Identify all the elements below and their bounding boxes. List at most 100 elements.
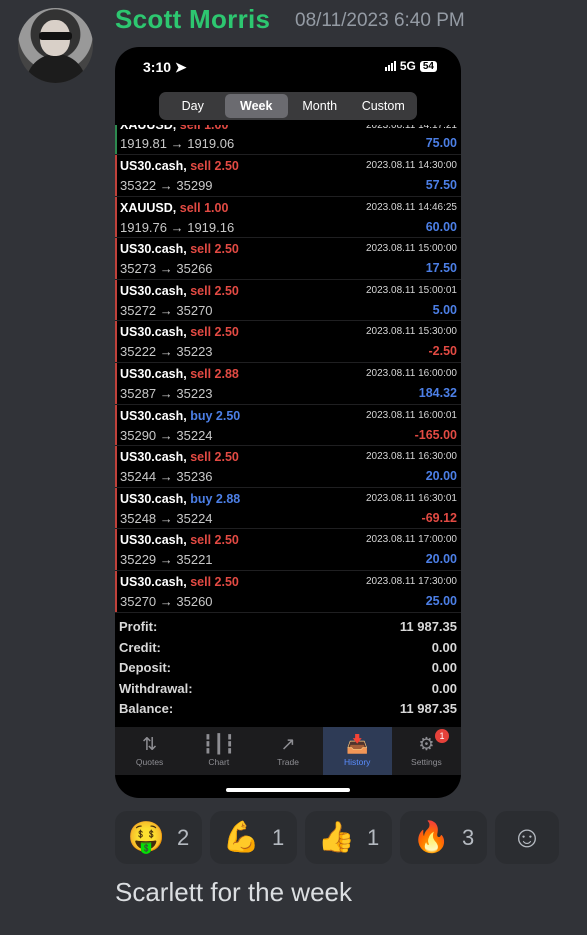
trade-profit: 5.00 [432,302,457,317]
notification-badge: 1 [435,729,450,743]
trade-symbol: XAUUSD, [120,200,177,215]
trade-row[interactable]: XAUUSD, sell 1.00 1919.81 → 1919.06 2023.0… [115,125,461,155]
trade-side: sell 2.88 [187,367,239,381]
tab-settings[interactable]: ⚙ Settings 1 [392,727,461,775]
trade-volume: 1.00 [204,200,229,215]
summary-value: 0.00 [431,660,457,676]
trade-row-marker [115,570,117,612]
trade-title: XAUUSD, sell 1.00 [120,201,228,215]
trade-prices: 35244 → 35236 [120,469,213,485]
gear-icon: ⚙ [418,734,435,754]
trade-symbol: US30.cash, [120,366,187,381]
trade-title: XAUUSD, sell 1.00 [120,125,228,132]
trade-side: sell 2.50 [187,575,239,589]
tab-label: Chart [208,757,230,767]
trade-symbol: US30.cash, [120,491,187,506]
trade-profit: 75.00 [425,136,457,150]
trade-row[interactable]: US30.cash, buy 2.50 35290 → 35224 2023.08.… [115,404,461,447]
trade-row[interactable]: US30.cash, buy 2.88 35248 → 35224 2023.08.… [115,487,461,530]
trade-row-marker [115,279,117,321]
trade-volume: 2.50 [214,450,239,465]
trade-row-marker [115,404,117,446]
tab-chart[interactable]: ┇┃┇ Chart [184,727,253,775]
trade-title: US30.cash, buy 2.50 [120,409,240,423]
trade-datetime: 2023.08.11 15:30:00 [365,326,457,338]
home-indicator[interactable] [226,788,350,792]
reaction-button[interactable]: 💪 1 [210,811,297,864]
trade-title: US30.cash, sell 2.50 [120,284,239,298]
tab-history[interactable]: 📥 History [322,727,392,775]
trade-title: US30.cash, sell 2.88 [120,367,239,381]
segment-custom[interactable]: Custom [352,94,416,118]
summary-value: 0.00 [431,639,457,655]
trade-profit: -2.50 [428,344,458,359]
trade-profit: 60.00 [425,219,457,234]
add-reaction-icon[interactable]: ☺ [495,811,559,864]
summary-value: 0.00 [431,680,457,696]
tab-quotes[interactable]: ⇅ Quotes [115,727,184,775]
reaction-count: 2 [177,824,190,850]
tab-trade[interactable]: ↗ Trade [253,727,322,775]
trade-prices: 35248 → 35224 [120,510,213,526]
trade-datetime: 2023.08.11 15:00:00 [365,243,457,255]
money-mouth-face-emoji: 🤑 [127,820,166,854]
trade-row[interactable]: US30.cash, sell 2.50 35244 → 35236 2023.08… [115,446,461,488]
period-segmented-control[interactable]: Day Week Month Custom [159,92,417,120]
trade-datetime: 2023.08.11 14:46:25 [365,201,457,213]
inbox-tray-icon: 📥 [346,734,369,754]
trade-row-marker [115,155,117,196]
thumbs-up-emoji: 👍 [317,820,356,854]
status-time: 3:10 ➤ [143,59,187,75]
username[interactable]: Scott Morris [115,4,270,35]
trade-side: sell 2.50 [187,325,239,339]
trade-side-label: sell [190,450,212,465]
summary-row-credit: Credit: 0.00 [115,640,461,661]
avatar[interactable] [18,8,93,83]
reaction-count: 1 [272,824,285,850]
bottom-tab-bar[interactable]: ⇅ Quotes ┇┃┇ Chart ↗ Trade 📥 History ⚙ Settings 1 [115,727,461,775]
segment-month[interactable]: Month [288,94,352,118]
trade-row-marker [115,125,117,154]
segment-day[interactable]: Day [161,94,225,118]
reaction-button[interactable]: 🔥 3 [400,811,487,864]
chat-message: Scott Morris 08/11/2023 6:40 PM 3:10 ➤ 5… [0,0,587,935]
trade-row[interactable]: US30.cash, sell 2.50 35222 → 35223 2023.08… [115,321,461,363]
trade-datetime: 2023.08.11 14:30:00 [365,160,457,171]
segment-week[interactable]: Week [224,94,288,118]
trade-prices: 1919.76 → 1919.16 [120,219,235,235]
summary-label: Balance: [119,701,174,717]
tab-label: Quotes [135,757,164,767]
trade-prices: 35222 → 35223 [120,344,213,360]
reaction-count: 3 [462,824,475,850]
summary-row-profit: Profit: 11 987.35 [115,619,461,640]
trade-row[interactable]: US30.cash, sell 2.50 35229 → 35221 2023.08… [115,529,461,571]
trade-side: sell 2.50 [187,242,239,256]
reaction-button[interactable]: 🤑 2 [115,811,202,864]
trade-row[interactable]: XAUUSD, sell 1.00 1919.76 → 1919.16 2023.0… [115,196,461,239]
trade-side: sell 1.00 [176,200,229,215]
summary-label: Profit: [119,619,158,634]
reaction-button[interactable]: 👍 1 [305,811,392,864]
trade-datetime: 2023.08.11 17:00:00 [365,534,457,546]
trade-side: sell 2.50 [187,533,239,547]
trade-row[interactable]: US30.cash, sell 2.50 35273 → 35266 2023.08… [115,238,461,280]
summary-label: Withdrawal: [119,680,193,696]
trade-history-list[interactable]: XAUUSD, sell 1.00 1919.81 → 1919.06 2023.0… [115,125,461,615]
trade-symbol: US30.cash, [120,242,187,257]
trade-datetime: 2023.08.11 14:17:21 [365,125,457,131]
trade-row[interactable]: US30.cash, sell 2.50 35322 → 35299 2023.08… [115,155,461,197]
trade-row[interactable]: US30.cash, sell 2.50 35270 → 35260 2023.08… [115,570,461,613]
trade-volume: 1.00 [204,125,229,132]
trade-row-marker [115,362,117,404]
trade-row[interactable]: US30.cash, sell 2.88 35287 → 35223 2023.08… [115,362,461,405]
flexed-biceps-emoji: 💪 [222,820,261,854]
screenshot-attachment[interactable]: 3:10 ➤ 5G 54 Day Week Month Custom XAUUSD, … [115,47,461,798]
summary-row-deposit: Deposit: 0.00 [115,660,461,681]
trade-profit: 17.50 [425,261,457,276]
trade-datetime: 2023.08.11 16:30:01 [365,492,457,504]
trade-row-marker [115,446,117,487]
tab-label: Settings [411,757,442,767]
trade-row[interactable]: US30.cash, sell 2.50 35272 → 35270 2023.08… [115,279,461,322]
trade-volume: 2.50 [215,408,241,423]
trade-row-marker [115,238,117,279]
